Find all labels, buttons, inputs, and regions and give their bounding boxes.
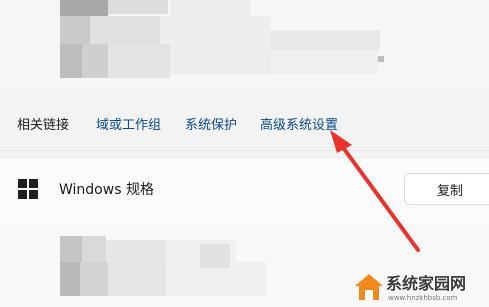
link-advanced-system-settings[interactable]: 高级系统设置 <box>260 114 338 133</box>
windows-spec-card[interactable]: Windows 规格 复制 <box>0 157 489 225</box>
windows-spec-title: Windows 规格 <box>59 182 154 198</box>
watermark-subtext: www.hnzkhbsb.com <box>388 294 458 302</box>
house-logo-icon <box>355 274 383 300</box>
link-system-protection[interactable]: 系统保护 <box>185 114 237 133</box>
related-links-label: 相关链接 <box>17 117 70 133</box>
blurred-system-info <box>0 0 489 90</box>
link-domain-workgroup[interactable]: 域或工作组 <box>96 114 161 133</box>
divider <box>0 150 489 151</box>
related-links-bar: 相关链接 域或工作组 系统保护 高级系统设置 <box>0 100 489 146</box>
watermark-text: 系统家园网 <box>386 274 467 293</box>
copy-button[interactable]: 复制 <box>404 173 489 205</box>
watermark-logo: 系统家园网 www.hnzkhbsb.com <box>352 268 489 307</box>
windows-logo-icon <box>18 179 38 199</box>
